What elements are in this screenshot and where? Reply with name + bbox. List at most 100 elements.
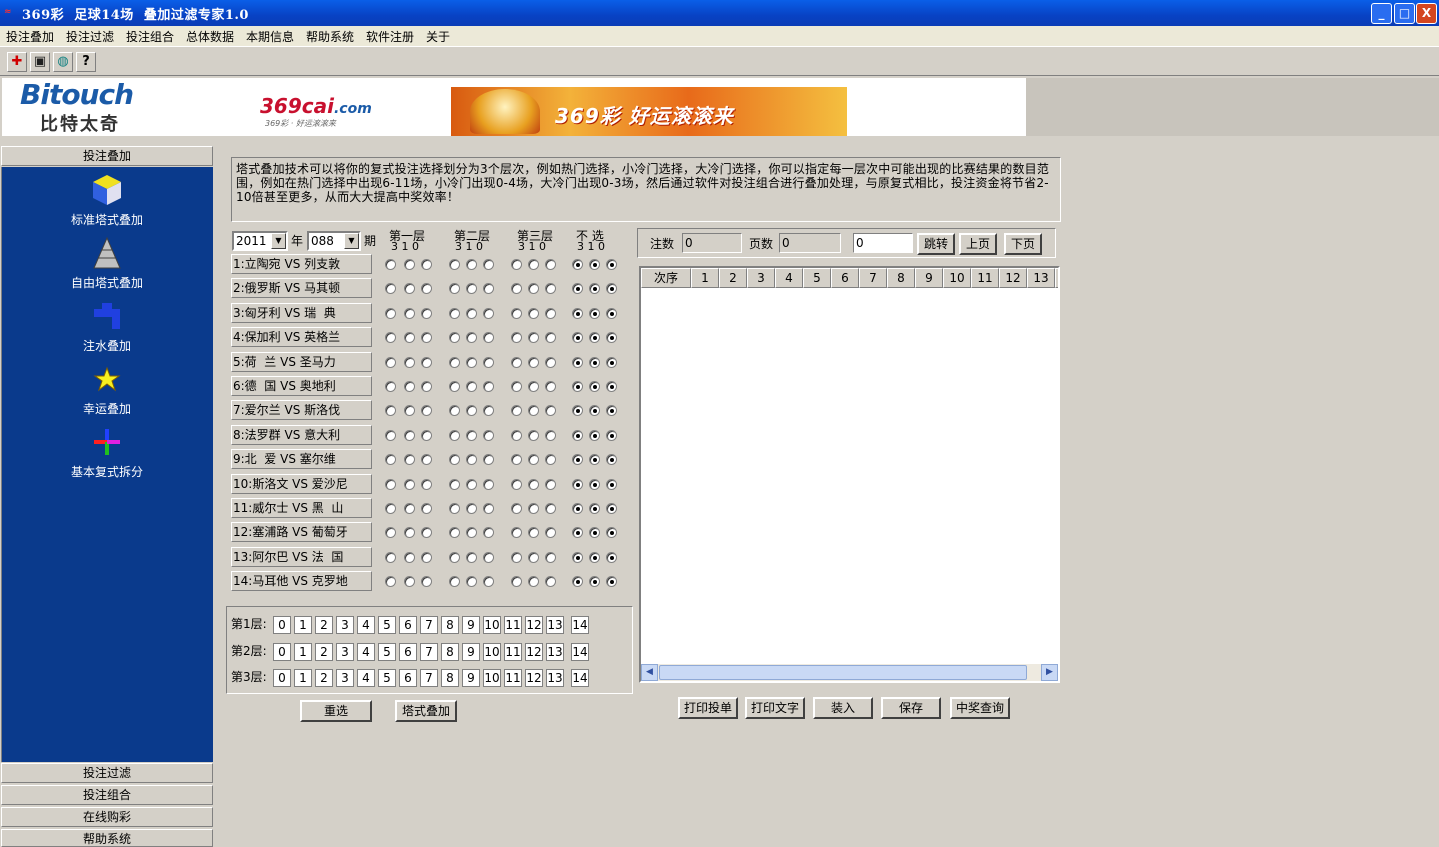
layer-count-toggle[interactable]: 13 (546, 616, 564, 634)
match-radio[interactable] (449, 503, 460, 514)
match-radio[interactable] (404, 356, 415, 368)
match-radio[interactable] (545, 307, 556, 319)
match-radio[interactable] (545, 381, 556, 392)
match-radio[interactable] (404, 576, 415, 588)
chevron-down-icon[interactable]: ▼ (344, 233, 359, 249)
match-radio[interactable] (528, 478, 539, 490)
match-radio[interactable] (483, 405, 494, 417)
match-radio[interactable] (404, 454, 415, 466)
layer-count-toggle[interactable]: 14 (571, 643, 589, 661)
layer-count-toggle[interactable]: 4 (357, 669, 375, 687)
match-radio[interactable] (483, 381, 494, 392)
layer-count-toggle[interactable]: 1 (294, 669, 312, 687)
jump-button[interactable]: 跳转 (917, 233, 955, 255)
match-radio[interactable] (606, 478, 617, 490)
match-radio[interactable] (606, 381, 617, 392)
match-radio[interactable] (606, 307, 617, 319)
layer-count-toggle[interactable]: 0 (273, 669, 291, 687)
layer-count-toggle[interactable]: 2 (315, 643, 333, 661)
match-radio[interactable] (572, 503, 583, 514)
help-icon[interactable]: ? (76, 52, 96, 72)
red-cross-icon[interactable]: ✚ (7, 52, 27, 72)
layer-count-toggle[interactable]: 11 (504, 643, 522, 661)
match-radio[interactable] (528, 503, 539, 514)
match-radio[interactable] (545, 405, 556, 417)
match-radio[interactable] (466, 405, 477, 417)
match-radio[interactable] (572, 307, 583, 319)
match-radio[interactable] (589, 332, 600, 344)
jump-page-input[interactable]: 0 (853, 233, 913, 253)
match-radio[interactable] (572, 576, 583, 588)
match-radio[interactable] (572, 332, 583, 344)
match-radio[interactable] (589, 356, 600, 368)
match-radio[interactable] (545, 429, 556, 441)
match-radio[interactable] (606, 356, 617, 368)
menu-about[interactable]: 关于 (426, 28, 450, 45)
match-radio[interactable] (528, 527, 539, 539)
layer-count-toggle[interactable]: 12 (525, 643, 543, 661)
menu-bet-combine[interactable]: 投注组合 (126, 28, 174, 45)
match-radio[interactable] (511, 332, 522, 344)
issue-select[interactable]: 088 ▼ (307, 231, 361, 251)
match-radio[interactable] (511, 576, 522, 588)
match-radio[interactable] (483, 283, 494, 295)
match-radio[interactable] (385, 332, 396, 344)
save-icon[interactable]: ▣ (30, 52, 50, 72)
match-radio[interactable] (528, 283, 539, 295)
scroll-thumb[interactable] (659, 665, 1027, 680)
match-radio[interactable] (466, 429, 477, 441)
match-radio[interactable] (511, 454, 522, 466)
layer-count-toggle[interactable]: 6 (399, 643, 417, 661)
match-radio[interactable] (404, 283, 415, 295)
match-radio[interactable] (385, 259, 396, 270)
match-radio[interactable] (589, 283, 600, 295)
match-radio[interactable] (589, 405, 600, 417)
match-radio[interactable] (449, 405, 460, 417)
match-radio[interactable] (589, 527, 600, 539)
layer-count-toggle[interactable]: 9 (462, 643, 480, 661)
match-radio[interactable] (466, 259, 477, 270)
layer-count-toggle[interactable]: 13 (546, 669, 564, 687)
match-radio[interactable] (483, 551, 494, 563)
layer-count-toggle[interactable]: 13 (546, 643, 564, 661)
match-radio[interactable] (572, 381, 583, 392)
match-radio[interactable] (466, 478, 477, 490)
match-radio[interactable] (385, 356, 396, 368)
horizontal-scrollbar[interactable]: ◀ ▶ (641, 664, 1058, 681)
match-radio[interactable] (421, 503, 432, 514)
match-radio[interactable] (449, 478, 460, 490)
layer-count-toggle[interactable]: 12 (525, 669, 543, 687)
match-radio[interactable] (545, 332, 556, 344)
menu-register[interactable]: 软件注册 (366, 28, 414, 45)
match-radio[interactable] (545, 503, 556, 514)
match-radio[interactable] (421, 381, 432, 392)
match-radio[interactable] (572, 356, 583, 368)
match-radio[interactable] (385, 551, 396, 563)
match-radio[interactable] (606, 454, 617, 466)
match-radio[interactable] (511, 429, 522, 441)
nav-basic-split[interactable]: 基本复式拆分 (1, 425, 213, 480)
match-radio[interactable] (545, 576, 556, 588)
match-radio[interactable] (385, 576, 396, 588)
match-radio[interactable] (589, 259, 600, 270)
match-radio[interactable] (449, 307, 460, 319)
match-radio[interactable] (466, 332, 477, 344)
match-radio[interactable] (404, 503, 415, 514)
match-radio[interactable] (528, 307, 539, 319)
match-radio[interactable] (589, 454, 600, 466)
layer-count-toggle[interactable]: 4 (357, 643, 375, 661)
match-radio[interactable] (572, 454, 583, 466)
match-radio[interactable] (528, 405, 539, 417)
match-radio[interactable] (466, 307, 477, 319)
match-radio[interactable] (589, 307, 600, 319)
layer-count-toggle[interactable]: 3 (336, 643, 354, 661)
match-radio[interactable] (449, 332, 460, 344)
layer-count-toggle[interactable]: 6 (399, 669, 417, 687)
match-radio[interactable] (404, 478, 415, 490)
nav-lucky-stack[interactable]: 幸运叠加 (1, 362, 213, 417)
match-radio[interactable] (421, 405, 432, 417)
match-radio[interactable] (572, 527, 583, 539)
match-radio[interactable] (449, 576, 460, 588)
match-radio[interactable] (572, 405, 583, 417)
369cai-logo[interactable]: 369cai.com (260, 94, 372, 118)
